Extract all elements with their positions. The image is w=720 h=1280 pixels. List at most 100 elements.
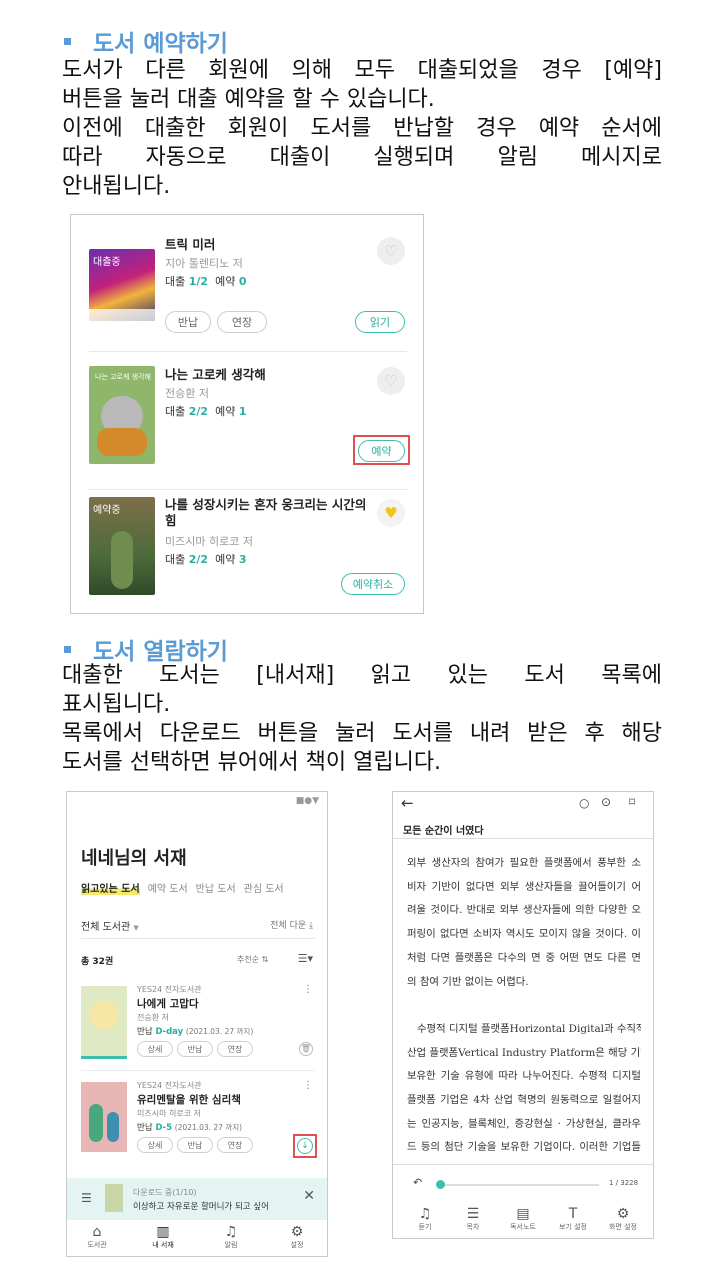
sort-button[interactable]: 추천순 ⇅ (237, 954, 268, 965)
section2-paragraph: 대출한 도서는 [내서재] 읽고 있는 도서 목록에 표시됩니다. 목록에서 다… (62, 661, 662, 777)
text-line: 보유한 기술 유형에 따라 나누어진다. 수평적 디지털 (407, 1070, 641, 1083)
text-line: 산업 플랫폼Vertical Industry Platform은 해당 기업이 (407, 1046, 641, 1059)
cover-croquette (97, 428, 147, 456)
cover-status-tag: 대출중 (93, 257, 121, 268)
reserve-button[interactable]: 예약 (358, 440, 405, 462)
bullet-icon (64, 645, 71, 653)
download-thumb (105, 1184, 123, 1212)
heart-icon[interactable]: ♡ (377, 237, 405, 265)
book-cover (81, 1082, 127, 1152)
more-circle-icon[interactable]: ⊙ (601, 795, 611, 809)
return-button[interactable]: 반납 (177, 1041, 213, 1057)
reserve-count: 0 (238, 275, 247, 288)
extend-button[interactable]: 연장 (217, 1137, 253, 1153)
due-info: 반납 D-5 (2021.03. 27 까지) (137, 1121, 242, 1133)
heart-icon[interactable]: ♡ (377, 367, 405, 395)
download-all-button[interactable]: 전체 다운 ⤓ (270, 918, 313, 931)
nav-screen-settings[interactable]: ⚙ 화면 설정 (603, 1206, 643, 1232)
viewer-screenshot: ← ○ ⊙ ⌑ 모든 순간이 너였다 외부 생산자의 참여가 필요한 플랫폼에서… (392, 791, 654, 1239)
tab-returned[interactable]: 반납 도서 (196, 880, 236, 895)
read-button[interactable]: 읽기 (355, 311, 405, 333)
undo-icon[interactable]: ↶ (413, 1176, 422, 1189)
para-line: 버튼을 눌러 대출 예약을 할 수 있습니다. (62, 87, 435, 112)
trash-icon[interactable]: 🗑 (299, 1042, 313, 1056)
search-icon[interactable]: ○ (579, 796, 589, 810)
para-line: 따라 자동으로 대출이 실행되며 알림 메시지로 (62, 145, 662, 170)
list-view-icon[interactable]: ☰▾ (298, 952, 313, 965)
library-title: 네네님의 서재 (81, 848, 187, 869)
para-line: 도서가 다른 회원에 의해 모두 대출되었을 경우 [예약] (62, 58, 662, 83)
loan-count: 1/2 (188, 275, 209, 288)
library-tabs: 읽고있는 도서 예약 도서 반납 도서 관심 도서 (81, 880, 284, 895)
nav-library[interactable]: ⌂ 도서관 (77, 1224, 117, 1250)
page-slider-track[interactable] (439, 1184, 599, 1186)
nav-label: 설정 (290, 1241, 304, 1249)
detail-button[interactable]: 상세 (137, 1041, 173, 1057)
more-icon[interactable]: ⋮ (303, 984, 313, 995)
return-button[interactable]: 반납 (165, 311, 211, 333)
nav-view-settings[interactable]: T 보기 설정 (553, 1206, 593, 1232)
text-line: 수평적 디지털 플랫폼Horizontal Digital과 수직적 (417, 1022, 641, 1035)
status-bar-icons: ■●▼ (295, 796, 319, 806)
para-line: 표시됩니다. (62, 692, 171, 717)
nav-label: 보기 설정 (559, 1223, 587, 1231)
library-filter[interactable]: 전체 도서관 ▼ (81, 918, 139, 933)
notebook-icon: ▤ (516, 1206, 530, 1222)
text-size-icon: T (568, 1206, 578, 1222)
due-date: (2021.03. 27 까지) (185, 1027, 254, 1036)
book-cover: 대출중 (89, 249, 155, 321)
reservation-screenshot: 대출중 트릭 미러 지아 톨렌티노 저 대출 1/2 예약 0 ♡ 반납 연장 … (70, 214, 424, 614)
back-arrow-icon[interactable]: ← (401, 794, 414, 812)
cover-cactus (89, 1104, 103, 1142)
sort-icon: ⇅ (261, 955, 269, 964)
chevron-down-icon: ▼ (133, 924, 139, 932)
book-card[interactable]: 나는 고로케 생각해 나는 고로케 생각해 전승환 저 대출 2/2 예약 1 … (89, 361, 410, 485)
section-heading-reserve: 도서 예약하기 (64, 24, 228, 58)
reserve-label: 예약 (215, 553, 236, 566)
nav-label: 독서노트 (510, 1223, 536, 1231)
tab-wishlist[interactable]: 관심 도서 (244, 880, 284, 895)
download-status-bar[interactable]: ☰ 다운로드 중(1/10) 이상하고 자유로운 할머니가 되고 싶어 ✕ (67, 1178, 327, 1220)
nav-alerts[interactable]: ♫ 알림 (211, 1224, 251, 1250)
bookshelf-icon: ▥ (156, 1224, 170, 1240)
extend-button[interactable]: 연장 (217, 1041, 253, 1057)
cover-band (89, 309, 155, 321)
download-icon[interactable]: ↓ (297, 1138, 313, 1154)
book-card[interactable]: 예약중 나를 성장시키는 혼자 웅크리는 시간의 힘 미즈시마 히로코 저 대출… (89, 495, 407, 607)
book-title: 나에게 고맙다 (137, 998, 199, 1010)
para-line: 안내됩니다. (62, 174, 171, 199)
close-icon[interactable]: ✕ (303, 1188, 315, 1204)
text-line: 퍼링이 없다면 소비자 역시도 모이지 않을 것이다. 이 (407, 928, 641, 941)
nav-notes[interactable]: ▤ 독서노트 (503, 1206, 543, 1232)
nav-listen[interactable]: ♫ 듣기 (405, 1206, 445, 1232)
book-title: 유리멘탈을 위한 심리책 (137, 1094, 241, 1106)
due-dday: D-day (155, 1027, 184, 1037)
book-author: 전승환 저 (137, 1013, 169, 1022)
sort-label: 추천순 (237, 955, 260, 964)
nav-settings[interactable]: ⚙ 설정 (277, 1224, 317, 1250)
text-line: 외부 생산자의 참여가 필요한 플랫폼에서 풍부한 소 (407, 857, 641, 869)
return-button[interactable]: 반납 (177, 1137, 213, 1153)
download-icon: ⤓ (309, 921, 313, 931)
list-icon: ☰ (466, 1206, 480, 1222)
divider (81, 938, 315, 939)
tab-reserved[interactable]: 예약 도서 (148, 880, 188, 895)
book-cover: 나는 고로케 생각해 (89, 366, 155, 464)
extend-button[interactable]: 연장 (217, 311, 267, 333)
tab-reading[interactable]: 읽고있는 도서 (81, 880, 140, 895)
filter-label: 전체 도서관 (81, 922, 131, 933)
cancel-reserve-button[interactable]: 예약취소 (341, 573, 405, 595)
divider (89, 489, 407, 490)
nav-toc[interactable]: ☰ 목차 (453, 1206, 493, 1232)
detail-button[interactable]: 상세 (137, 1137, 173, 1153)
more-icon[interactable]: ⋮ (303, 1080, 313, 1091)
book-card[interactable]: 대출중 트릭 미러 지아 톨렌티노 저 대출 1/2 예약 0 ♡ 반납 연장 … (89, 235, 407, 351)
text-line: 의 참여 기반 없이는 어렵다. (407, 975, 529, 988)
nav-label: 듣기 (418, 1223, 432, 1231)
menu-icon[interactable]: ☰ (81, 1191, 92, 1205)
download-all-label: 전체 다운 (270, 921, 307, 931)
heart-filled-icon[interactable]: ♥ (377, 499, 405, 527)
page-slider-thumb[interactable] (436, 1180, 445, 1189)
nav-my-library[interactable]: ▥ 내 서재 (143, 1224, 183, 1250)
bookmark-icon[interactable]: ⌑ (629, 795, 635, 809)
